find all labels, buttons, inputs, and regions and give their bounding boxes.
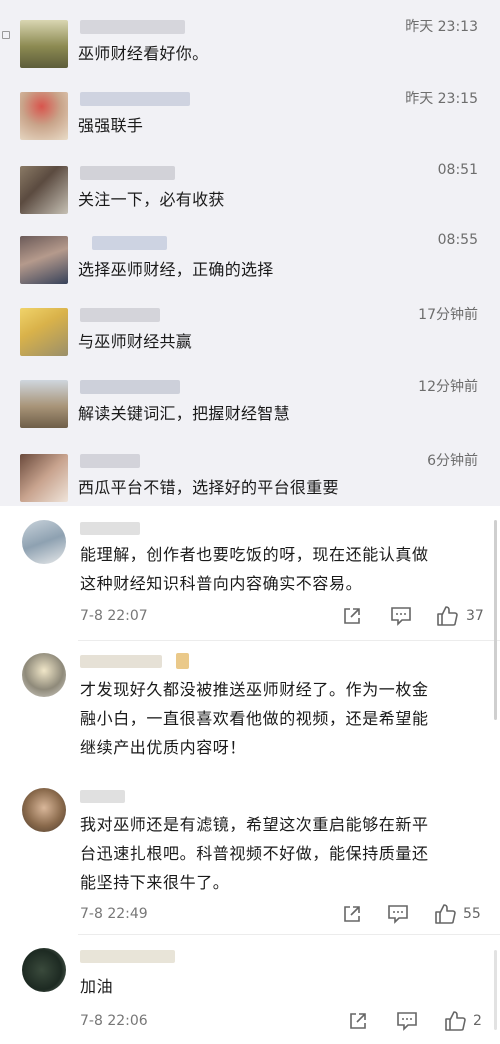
like-count: 2 <box>473 1013 482 1029</box>
username-blurred[interactable] <box>80 380 180 394</box>
repost-text: 解读关键词汇，把握财经智慧 <box>78 404 290 423</box>
like-count: 37 <box>466 608 484 624</box>
repost-text: 选择巫师财经，正确的选择 <box>78 260 274 279</box>
selection-marker-icon <box>2 31 10 39</box>
username-blurred[interactable] <box>80 20 185 34</box>
thumbs-up-icon[interactable] <box>434 903 456 925</box>
repost-time: 08:51 <box>437 162 478 178</box>
share-icon[interactable] <box>342 606 362 626</box>
comment-text: 能理解，创作者也要吃饭的呀，现在还能认真做 这种财经知识科普向内容确实不容易。 <box>80 545 429 593</box>
repost-time: 6分钟前 <box>427 453 478 469</box>
avatar[interactable] <box>22 788 66 832</box>
comment-text: 加油 <box>80 977 114 996</box>
thumbs-up-icon[interactable] <box>436 605 458 627</box>
like-count: 55 <box>463 906 481 922</box>
username-blurred[interactable] <box>80 92 190 106</box>
username-blurred[interactable] <box>80 308 160 322</box>
repost-time: 昨天 23:15 <box>405 91 478 107</box>
username-blurred[interactable] <box>80 522 140 535</box>
repost-text: 西瓜平台不错，选择好的平台很重要 <box>78 478 339 497</box>
comment-item: 能理解，创作者也要吃饭的呀，现在还能认真做 这种财经知识科普向内容确实不容易。 … <box>0 506 500 646</box>
share-icon[interactable] <box>348 1011 368 1031</box>
thumbs-up-icon[interactable] <box>444 1010 466 1032</box>
comment-icon[interactable] <box>396 1011 418 1031</box>
username-blurred[interactable] <box>92 236 167 250</box>
repost-time: 17分钟前 <box>418 307 478 323</box>
comment-icon[interactable] <box>387 904 409 924</box>
avatar[interactable] <box>22 520 66 564</box>
repost-time: 08:55 <box>437 232 478 248</box>
avatar[interactable] <box>20 236 68 284</box>
repost-time: 昨天 23:13 <box>405 19 478 35</box>
repost-text: 巫师财经看好你。 <box>78 44 209 63</box>
comment-text: 我对巫师还是有滤镜，希望这次重启能够在新平 台迅速扎根吧。科普视频不好做，能保持… <box>80 815 429 892</box>
avatar[interactable] <box>20 308 68 356</box>
comment-date: 7-8 22:49 <box>80 906 148 922</box>
comment-item: 我对巫师还是有滤镜，希望这次重启能够在新平 台迅速扎根吧。科普视频不好做，能保持… <box>0 780 500 930</box>
comment-text: 才发现好久都没被推送巫师财经了。作为一枚金 融小白，一直很喜欢看他做的视频，还是… <box>80 680 429 757</box>
scrollbar[interactable] <box>494 950 497 1030</box>
username-blurred[interactable] <box>80 790 125 803</box>
avatar[interactable] <box>20 20 68 68</box>
repost-text: 关注一下，必有收获 <box>78 190 225 209</box>
avatar[interactable] <box>20 454 68 502</box>
repost-text: 与巫师财经共赢 <box>78 332 193 351</box>
badge-icon <box>176 653 189 669</box>
repost-list: 昨天 23:13 巫师财经看好你。 昨天 23:15 强强联手 08:51 关注… <box>0 0 500 506</box>
avatar[interactable] <box>20 166 68 214</box>
avatar[interactable] <box>22 653 66 697</box>
repost-text: 强强联手 <box>78 116 144 135</box>
username-blurred[interactable] <box>80 454 140 468</box>
avatar[interactable] <box>20 92 68 140</box>
scrollbar[interactable] <box>494 520 497 720</box>
repost-time: 12分钟前 <box>418 379 478 395</box>
avatar[interactable] <box>20 380 68 428</box>
share-icon[interactable] <box>342 904 362 924</box>
comment-icon[interactable] <box>390 606 412 626</box>
comment-date: 7-8 22:07 <box>80 608 148 624</box>
username-blurred[interactable] <box>80 655 162 668</box>
username-blurred[interactable] <box>80 166 175 180</box>
comment-item: 才发现好久都没被推送巫师财经了。作为一枚金 融小白，一直很喜欢看他做的视频，还是… <box>0 641 500 771</box>
comment-item: 加油 7-8 22:06 2 <box>0 935 500 1044</box>
username-blurred[interactable] <box>80 950 175 963</box>
comment-date: 7-8 22:06 <box>80 1013 148 1029</box>
avatar[interactable] <box>22 948 66 992</box>
